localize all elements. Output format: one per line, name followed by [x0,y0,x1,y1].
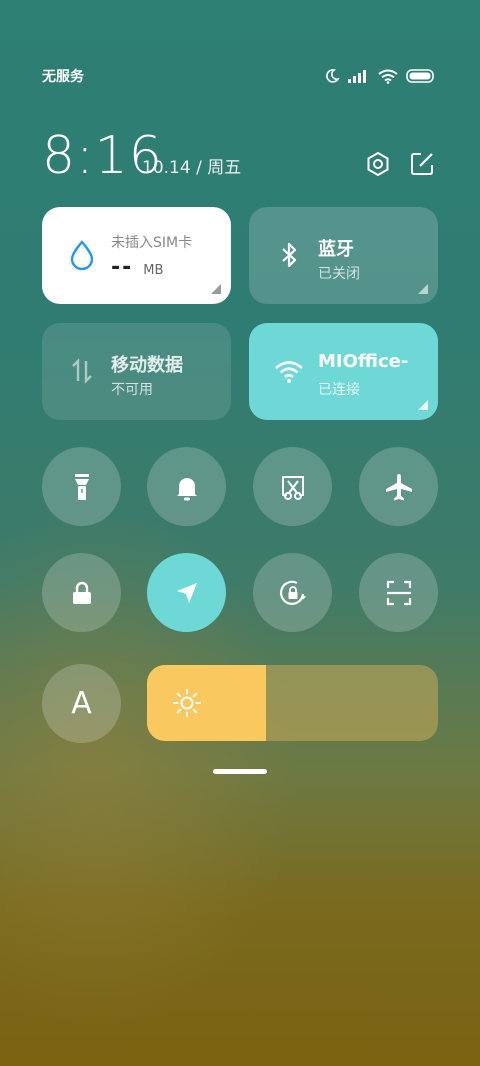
edit-icon[interactable] [408,150,436,178]
lock-screen-toggle[interactable] [42,553,121,632]
wifi-icon [273,355,305,387]
bluetooth-status: 已关闭 [318,266,360,282]
screenshot-toggle[interactable] [253,447,332,526]
data-arrows-icon [66,355,98,387]
lock-icon [69,579,95,607]
settings-icon[interactable] [364,150,392,178]
battery-icon [406,69,436,83]
brightness-slider[interactable] [147,665,438,741]
data-unit: MB [143,263,164,278]
date-label[interactable]: 10.14 / 周五 [142,153,241,178]
flashlight-icon [68,472,96,502]
carrier-label: 无服务 [42,69,84,85]
airplane-mode-toggle[interactable] [359,447,438,526]
mobile-data-status: 不可用 [111,382,153,398]
expand-corner-icon [211,284,221,294]
sun-icon [171,687,203,719]
bluetooth-title: 蓝牙 [318,239,354,260]
water-drop-icon [66,239,98,271]
scan-toggle[interactable] [359,553,438,632]
mobile-data-title: 移动数据 [111,355,183,376]
rotation-lock-icon [277,577,309,609]
airplane-icon [384,472,414,502]
mute-toggle[interactable] [147,447,226,526]
screenshot-icon [278,472,308,502]
bluetooth-tile[interactable]: 蓝牙 已关闭 [249,207,438,304]
bluetooth-icon [273,239,305,271]
clock-row: 8:16 10.14 / 周五 [42,120,436,186]
moon-icon [324,68,340,84]
rotation-lock-toggle[interactable] [253,553,332,632]
home-indicator[interactable] [213,769,267,774]
signal-icon [348,69,370,83]
wifi-status: 已连接 [318,382,360,398]
status-bar: 无服务 [42,64,436,88]
brightness-fill [147,665,267,741]
data-usage-tile[interactable]: 未插入SIM卡 -- MB [42,207,231,304]
wifi-tile[interactable]: MIOffice- 已连接 [249,323,438,420]
scan-icon [384,578,414,608]
flashlight-toggle[interactable] [42,447,121,526]
location-arrow-icon [173,579,201,607]
wifi-status-icon [378,69,398,84]
status-icons [324,68,436,84]
location-toggle[interactable] [147,553,226,632]
auto-brightness-toggle[interactable]: A [42,664,121,743]
expand-corner-icon [418,400,428,410]
auto-brightness-icon: A [71,686,92,721]
data-amount: -- MB [111,255,163,280]
header-actions [364,150,436,178]
data-value: -- [111,255,134,280]
bell-icon [173,472,201,502]
expand-corner-icon [418,284,428,294]
sim-status-label: 未插入SIM卡 [111,235,193,251]
mobile-data-tile[interactable]: 移动数据 不可用 [42,323,231,420]
wifi-network-name: MIOffice- [318,351,409,372]
